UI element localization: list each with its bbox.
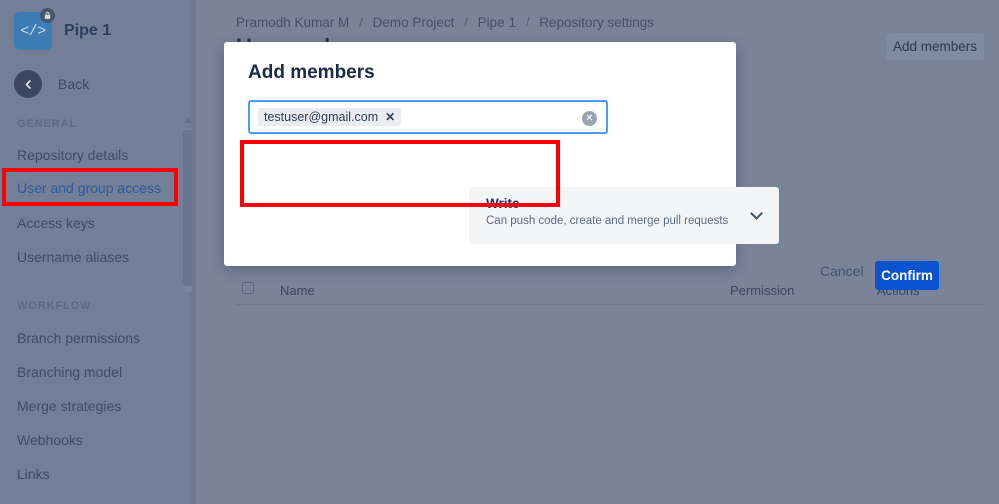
breadcrumb-separator: / — [525, 15, 530, 30]
member-search-input[interactable]: testuser@gmail.com ✕ ✕ — [248, 100, 608, 134]
lock-icon — [40, 8, 55, 23]
breadcrumb-item-project[interactable]: Demo Project — [373, 15, 455, 30]
sidebar-scrollbar-thumb[interactable] — [183, 130, 192, 286]
column-header-permission: Permission — [730, 283, 795, 298]
sidebar-item-merge-strategies[interactable]: Merge strategies — [17, 398, 121, 414]
code-repository-icon: </> — [14, 8, 55, 50]
clear-glyph: ✕ — [585, 112, 594, 124]
members-table-header: Name Permission Actions — [236, 278, 984, 305]
sidebar-item-branch-permissions[interactable]: Branch permissions — [17, 330, 140, 346]
sidebar-item-access-keys[interactable]: Access keys — [17, 215, 95, 231]
sidebar-item-user-and-group-access[interactable]: User and group access — [17, 180, 161, 196]
settings-sidebar: </> Pipe 1 Back GENERAL Repository detai… — [0, 0, 196, 504]
permission-description: Can push code, create and merge pull req… — [486, 215, 729, 227]
member-chip-label: testuser@gmail.com — [264, 110, 379, 124]
back-button[interactable]: Back — [14, 70, 89, 98]
permission-select[interactable]: Write Can push code, create and merge pu… — [469, 187, 779, 244]
chevron-down-icon[interactable] — [750, 207, 763, 220]
nav-group-title-workflow: WORKFLOW — [17, 300, 92, 312]
sidebar-item-branching-model[interactable]: Branching model — [17, 364, 122, 380]
breadcrumb-item-settings[interactable]: Repository settings — [539, 15, 654, 30]
scroll-up-arrow-icon[interactable] — [184, 118, 192, 123]
sidebar-item-webhooks[interactable]: Webhooks — [17, 432, 83, 448]
modal-title: Add members — [248, 62, 375, 83]
permission-name: Write — [486, 196, 520, 211]
cancel-button[interactable]: Cancel — [820, 263, 864, 279]
repository-header[interactable]: </> Pipe 1 — [14, 8, 112, 50]
clear-circle-icon[interactable]: ✕ — [582, 111, 597, 126]
sidebar-item-username-aliases[interactable]: Username aliases — [17, 249, 129, 265]
close-x-icon[interactable]: ✕ — [385, 110, 395, 124]
app-root: </> Pipe 1 Back GENERAL Repository detai… — [0, 0, 999, 504]
nav-group-title-general: GENERAL — [17, 118, 78, 130]
member-chip[interactable]: testuser@gmail.com ✕ — [258, 108, 402, 126]
add-members-button[interactable]: Add members — [886, 33, 984, 60]
select-all-checkbox[interactable] — [242, 282, 254, 294]
column-header-name: Name — [280, 283, 315, 298]
sidebar-item-links[interactable]: Links — [17, 466, 50, 482]
back-label: Back — [58, 76, 90, 92]
breadcrumb-item-owner[interactable]: Pramodh Kumar M — [236, 15, 349, 30]
breadcrumb-separator: / — [359, 15, 363, 30]
add-members-modal: Add members testuser@gmail.com ✕ ✕ Write… — [224, 42, 939, 290]
arrow-left-icon — [14, 70, 42, 98]
confirm-button[interactable]: Confirm — [875, 261, 939, 290]
breadcrumb-item-repository[interactable]: Pipe 1 — [478, 15, 516, 30]
sidebar-item-repository-details[interactable]: Repository details — [17, 147, 128, 163]
repository-name: Pipe 1 — [64, 22, 112, 39]
breadcrumb-separator: / — [464, 15, 468, 30]
breadcrumb: Pramodh Kumar M / Demo Project / Pipe 1 … — [236, 15, 654, 30]
